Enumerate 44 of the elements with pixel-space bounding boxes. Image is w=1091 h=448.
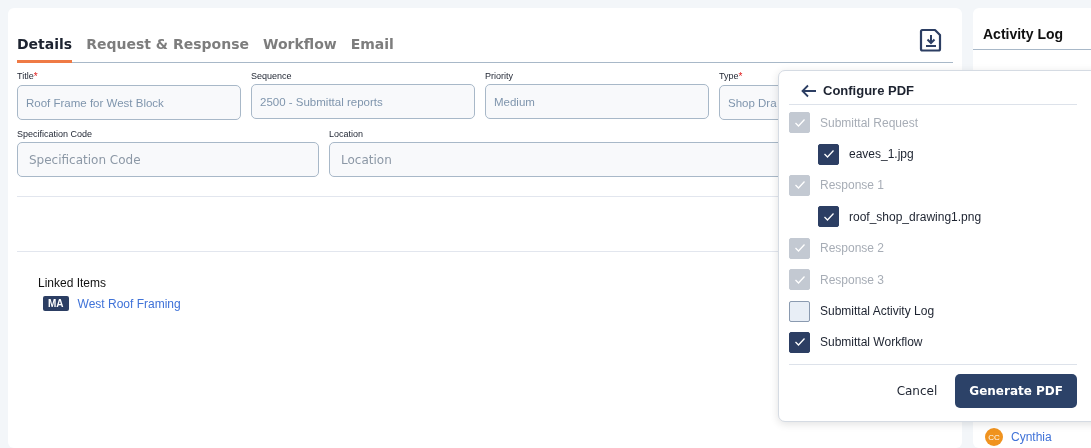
checkbox[interactable] — [789, 300, 810, 322]
field-label: Sequence — [251, 71, 293, 81]
checkbox[interactable] — [789, 331, 810, 353]
check-icon — [822, 211, 835, 222]
field-label: Location — [329, 129, 365, 139]
input-field[interactable]: Roof Frame for West Block — [17, 85, 241, 120]
field-label: Title* — [17, 71, 39, 82]
download-file-icon[interactable] — [919, 27, 943, 52]
option-label: Response 2 — [820, 241, 885, 256]
tab[interactable]: Request & Response — [86, 36, 249, 63]
option-label: Response 1 — [820, 178, 885, 193]
tab[interactable]: Details — [17, 36, 73, 63]
option-label: roof_shop_drawing1.png — [849, 209, 982, 224]
avatar: CC — [985, 428, 1003, 446]
popover-title: Configure PDF — [823, 83, 914, 98]
required-mark: * — [738, 71, 743, 82]
input-field[interactable]: Medium — [485, 84, 709, 119]
option-label: Submittal Request — [820, 115, 919, 130]
field-label: Priority — [485, 71, 514, 81]
cancel-button[interactable]: Cancel — [896, 380, 938, 403]
check-icon — [793, 243, 806, 254]
linked-item-link[interactable]: West Roof Framing — [77, 296, 181, 311]
generate-button[interactable]: Generate PDF — [955, 374, 1077, 409]
tab[interactable]: Email — [350, 36, 394, 63]
pdf-option[interactable]: Submittal Workflow — [789, 326, 1077, 359]
check-icon — [793, 274, 806, 285]
input-field[interactable]: Specification Code — [17, 142, 319, 177]
field-label: Specification Code — [17, 129, 94, 139]
section-title: Linked Items — [38, 276, 107, 290]
option-label: Submittal Activity Log — [820, 304, 935, 319]
check-icon — [822, 149, 835, 160]
pdf-option[interactable]: Submittal Activity Log — [789, 295, 1077, 327]
item-badge: MA — [43, 296, 69, 311]
tab[interactable]: Workflow — [263, 36, 337, 63]
check-icon — [793, 337, 806, 348]
option-label: eaves_1.jpg — [849, 147, 914, 162]
input-field[interactable]: 2500 - Submittal reports — [251, 84, 475, 119]
option-label: Response 3 — [820, 272, 885, 287]
option-label: Submittal Workflow — [820, 335, 923, 350]
user-name[interactable]: Cynthia — [1011, 430, 1052, 444]
check-icon — [793, 180, 806, 191]
check-icon — [793, 117, 806, 128]
panel-title: Activity Log — [973, 8, 1091, 50]
back-arrow-icon[interactable] — [801, 83, 817, 98]
